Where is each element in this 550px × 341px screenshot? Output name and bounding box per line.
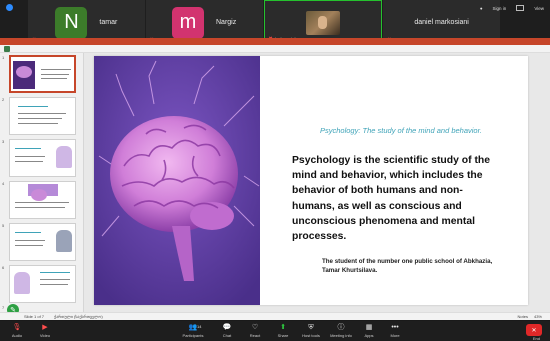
participant-name: Nargiz (216, 19, 237, 26)
slide-body-text: Psychology is the scientific study of th… (292, 155, 491, 243)
thumb-number: 6 (2, 265, 5, 270)
brain-illustration (94, 56, 260, 305)
slide-indicator: Slide 1 of 7 (24, 314, 45, 319)
info-icon: ⓘ (337, 324, 345, 331)
shield-icon: ⛨ (308, 324, 314, 331)
avatar: N (55, 6, 88, 39)
slide-thumbnail-1[interactable] (9, 55, 76, 93)
view-button[interactable]: View (534, 6, 544, 11)
avatar: m (172, 6, 204, 39)
thumb-number: 7 (2, 305, 5, 310)
slide-subtitle: Psychology: The study of the mind and be… (320, 126, 482, 135)
powerpoint-status-bar: Slide 1 of 7 ქართული (საქართველო) Notes … (0, 312, 550, 320)
meeting-info-button[interactable]: ⓘ Meeting info (326, 323, 356, 338)
view-grid-icon[interactable] (516, 5, 525, 11)
audio-button[interactable]: 🎙 Audio (2, 323, 32, 338)
slide-thumbnail-5[interactable] (9, 223, 76, 261)
slide-author-note: The student of the number one public sch… (322, 258, 493, 274)
zoom-meeting-toolbar: 🎙 Audio ▶ Video 👥 Participants 14 💬 Chat… (0, 321, 550, 341)
more-button[interactable]: ••• More (380, 323, 410, 338)
language-indicator[interactable]: ქართული (საქართველო) (54, 314, 103, 319)
share-button[interactable]: ⬆ Share (268, 323, 298, 338)
thumb-number: 4 (2, 181, 5, 186)
participants-button[interactable]: 👥 Participants (178, 323, 208, 338)
powerpoint-workspace: 1 2 3 4 5 6 7 Psychology: The study of t… (0, 53, 550, 315)
thumb-number: 2 (2, 97, 5, 102)
notes-button[interactable]: Notes (518, 314, 528, 319)
slide-thumbnail-3[interactable] (9, 139, 76, 177)
shield-icon[interactable]: ● (480, 6, 483, 11)
participant-name: tamar (99, 19, 118, 26)
thumb-number: 1 (2, 55, 5, 60)
zoom-security-icon[interactable] (6, 4, 13, 11)
slide-thumbnail-pane: 1 2 3 4 5 6 7 (0, 53, 84, 315)
zoom-level[interactable]: 43% (534, 314, 542, 319)
heart-icon: ♡ (251, 324, 259, 331)
top-right-controls: ● Sign in View (480, 5, 544, 11)
phone-icon: ✕ (531, 327, 537, 334)
chat-button[interactable]: 💬 Chat (212, 323, 242, 338)
apps-icon: ▦ (365, 324, 373, 331)
slide-thumbnail-2[interactable] (9, 97, 76, 135)
slide-thumbnail-6[interactable] (9, 265, 76, 303)
thumb-number: 3 (2, 139, 5, 144)
video-off-icon: ▶ (42, 324, 48, 331)
zoom-window: N tamar ✖ Nino Jojua m Nargiz ✖ mariana … (0, 0, 550, 341)
video-button[interactable]: ▶ Video (30, 323, 60, 338)
powerpoint-info-bar (0, 45, 550, 53)
current-slide[interactable]: Psychology: The study of the mind and be… (94, 56, 528, 305)
participant-name: daniel markosiani (414, 19, 469, 26)
brain-image (13, 61, 35, 89)
chat-icon: 💬 (222, 324, 232, 331)
end-label: End (532, 336, 540, 341)
host-tools-button[interactable]: ⛨ Host tools (296, 323, 326, 338)
slide-thumbnail-4[interactable] (9, 181, 76, 219)
react-button[interactable]: ♡ React (240, 323, 270, 338)
sign-in-link[interactable]: Sign in (493, 6, 507, 11)
shield-icon (4, 46, 10, 52)
end-meeting-button[interactable]: ✕ (526, 324, 542, 336)
participants-count: 14 (197, 324, 202, 329)
mic-muted-icon: 🎙 (12, 324, 22, 331)
share-screen-icon: ⬆ (280, 324, 286, 331)
thumb-number: 5 (2, 223, 5, 228)
participant-video (305, 10, 340, 35)
more-icon: ••• (391, 324, 399, 331)
